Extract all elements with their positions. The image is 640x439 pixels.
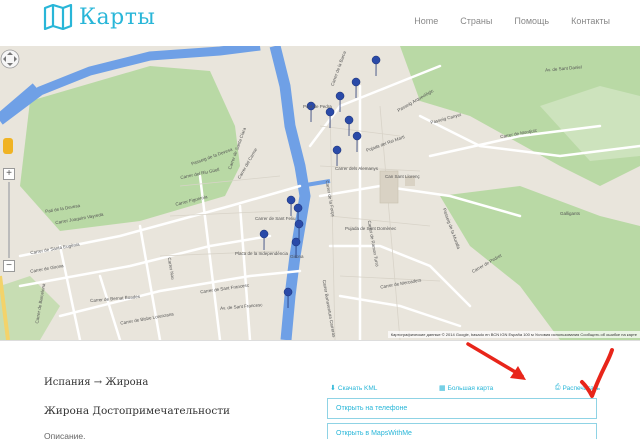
zoom-slider[interactable] xyxy=(8,182,10,258)
breadcrumb: Испания → Жирона xyxy=(44,377,148,388)
street-label: Can Sant Llorenç xyxy=(385,174,420,179)
nav-help[interactable]: Помощь xyxy=(514,16,549,26)
download-kml-label: Скачать KML xyxy=(337,384,378,392)
map-icon xyxy=(43,4,73,30)
zoom-in-button[interactable]: + xyxy=(3,168,15,180)
open-in-mapswithme-button[interactable]: Открыть в MapsWithMe xyxy=(327,423,597,439)
zoom-out-button[interactable]: − xyxy=(3,260,15,272)
logo[interactable]: Карты xyxy=(43,4,155,30)
breadcrumb-city: Жирона xyxy=(105,377,149,388)
map-view[interactable]: Carrer del Riu Güell Carrer Joaquim Vayr… xyxy=(0,46,640,340)
street-label: Pujada de Sant Domènec xyxy=(345,226,397,231)
map-actions-row: ⬇ Скачать KML ▦ Большая карта ⎙ Распечат… xyxy=(330,384,600,392)
page-title: Жирона Достопримечательности xyxy=(44,405,231,417)
street-label: Pont de Pedra xyxy=(303,104,332,109)
street-label: Carrer dels Alemanys xyxy=(335,166,379,171)
pan-control[interactable] xyxy=(0,46,20,72)
street-label: Placa de la Independència xyxy=(235,251,289,256)
big-map-link[interactable]: ▦ Большая карта xyxy=(439,384,494,393)
nav-contacts[interactable]: Контакты xyxy=(571,16,610,26)
breadcrumb-country[interactable]: Испания xyxy=(44,377,91,388)
map-canvas xyxy=(0,46,640,340)
open-on-phone-button[interactable]: Открыть на телефоне xyxy=(327,398,597,419)
site-header: Карты Home Страны Помощь Контакты xyxy=(0,0,640,46)
download-kml-link[interactable]: ⬇ Скачать KML xyxy=(330,384,378,393)
big-map-label: Большая карта xyxy=(447,384,494,392)
download-icon: ⬇ xyxy=(330,385,336,392)
description-label: Описание. xyxy=(44,431,86,439)
street-view-pegman-icon[interactable] xyxy=(3,138,13,154)
logo-text: Карты xyxy=(79,4,156,30)
breadcrumb-arrow: → xyxy=(93,377,103,388)
street-label: Girona xyxy=(290,254,304,259)
printer-icon: ⎙ xyxy=(554,384,561,391)
street-label: Carrer de Sant Feliu xyxy=(255,216,296,221)
street-label: Galligants xyxy=(560,211,581,216)
print-link[interactable]: ⎙ Распечатать xyxy=(555,384,600,392)
map-icon: ▦ xyxy=(439,385,446,392)
print-label: Распечатать xyxy=(562,384,600,392)
nav-countries[interactable]: Страны xyxy=(460,16,492,26)
main-nav: Home Страны Помощь Контакты xyxy=(392,16,610,26)
content-area: Испания → Жирона Жирона Достопримечатель… xyxy=(0,340,640,439)
map-attribution: Картографические данные © 2014 Google, b… xyxy=(387,331,640,338)
nav-home[interactable]: Home xyxy=(414,16,438,26)
